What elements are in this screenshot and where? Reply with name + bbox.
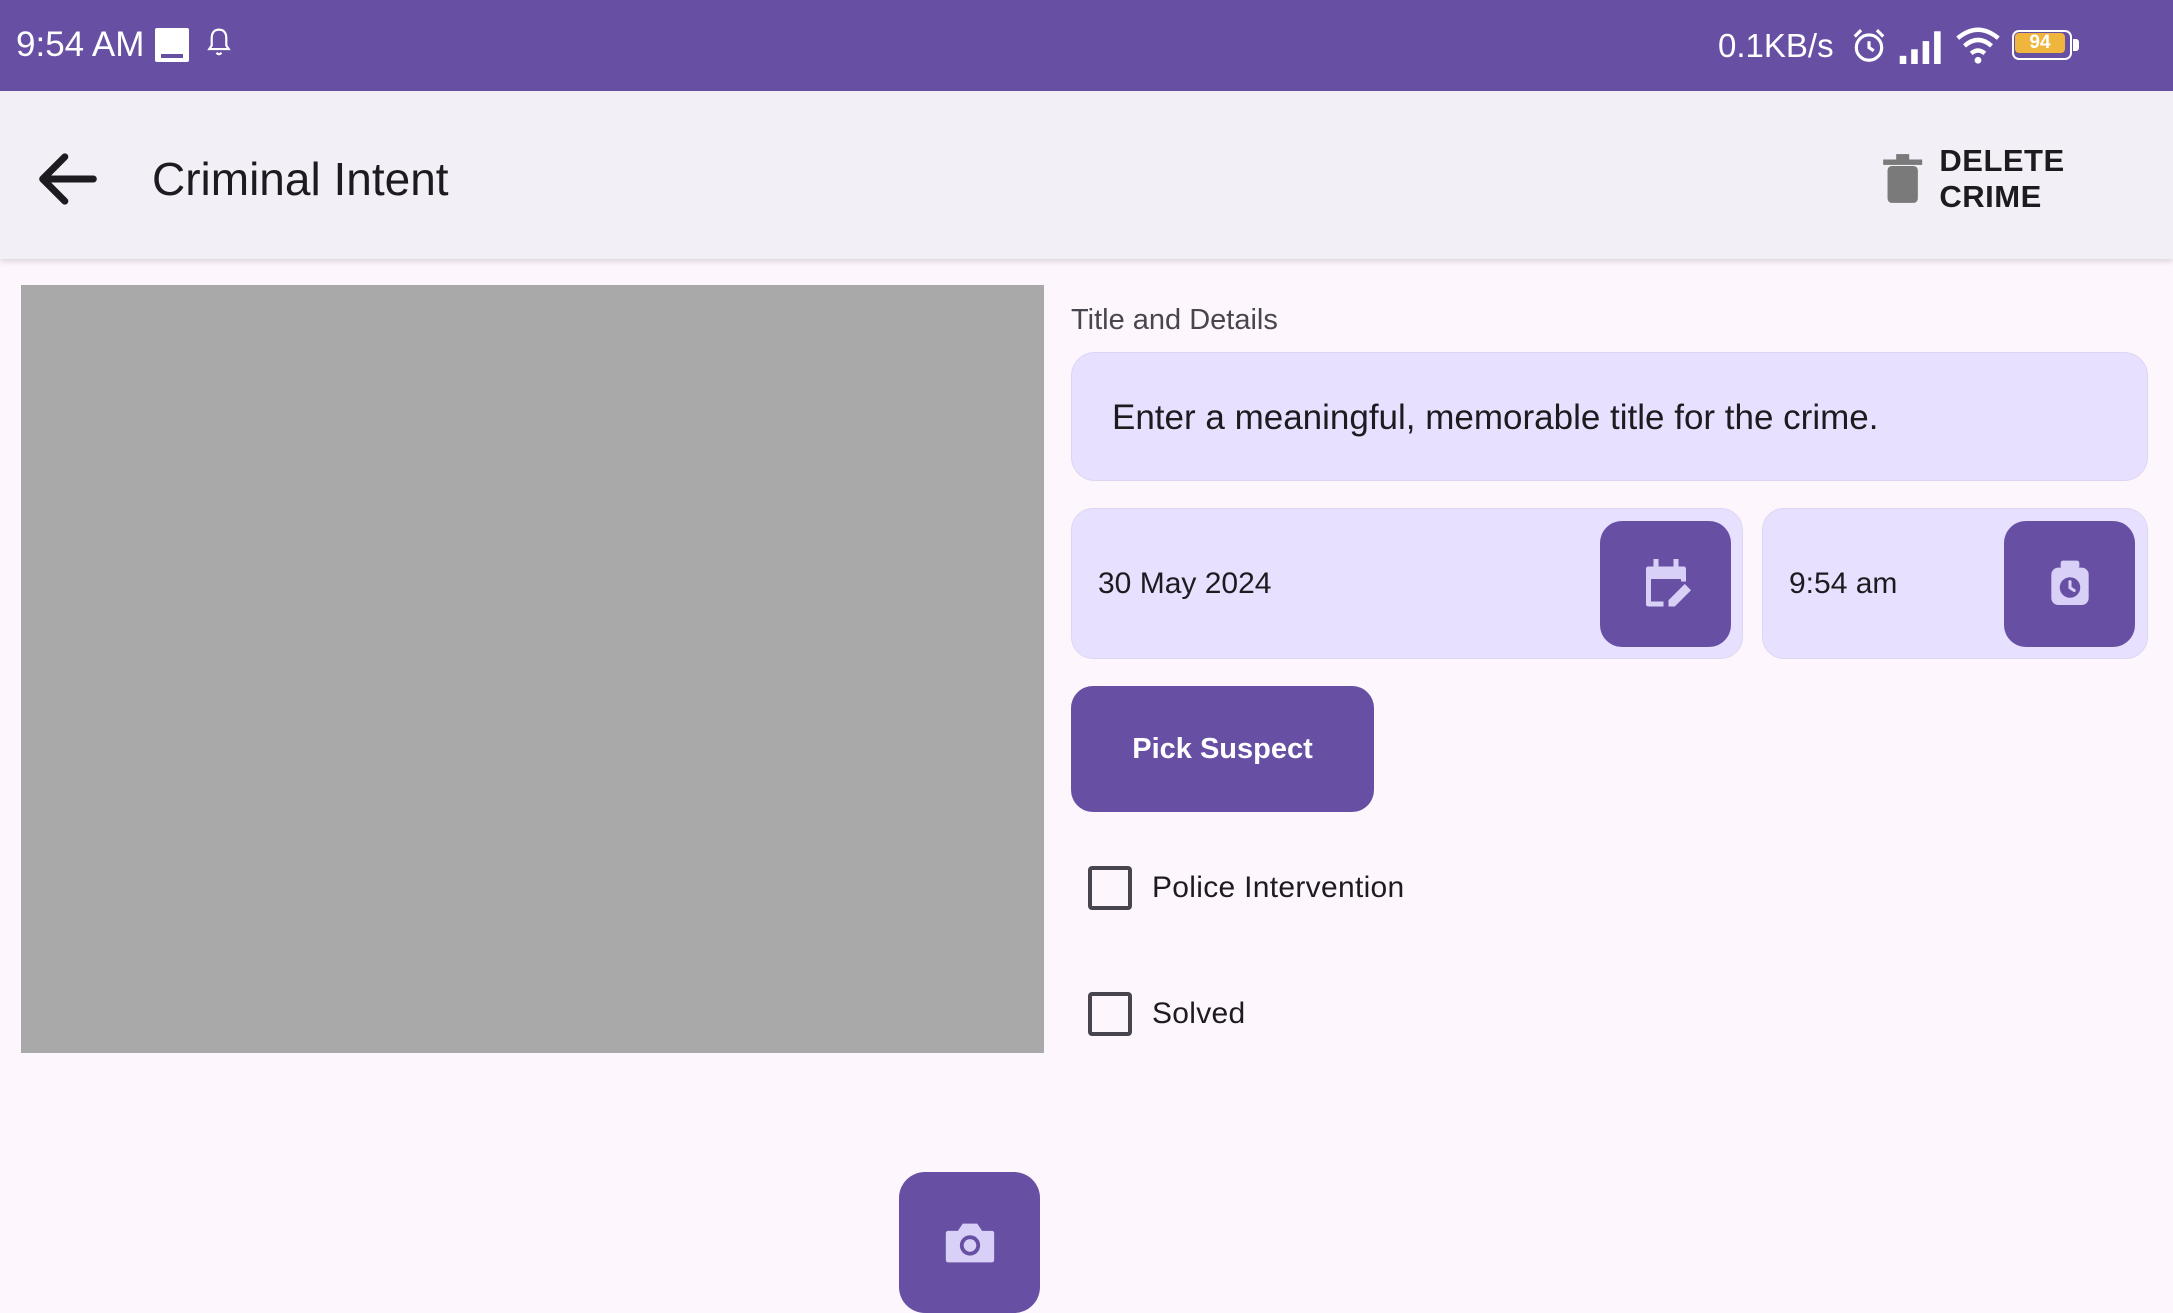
delete-crime-label: DELETE CRIME [1939,143,2065,214]
section-label: Title and Details [1071,304,1278,336]
checkbox-square[interactable] [1088,866,1132,910]
alarm-icon [1853,29,1885,62]
title-placeholder: Enter a meaningful, memorable title for … [1112,398,1879,437]
app-title: Criminal Intent [152,153,449,205]
change-date-button[interactable] [1600,521,1731,647]
battery-level: 94 [2015,32,2065,53]
solved-label: Solved [1152,997,1246,1030]
clock-icon [2050,560,2089,605]
signal-icon [1899,31,1941,64]
pick-suspect-button[interactable]: Pick Suspect [1071,686,1374,812]
date-value: 30 May 2024 [1098,567,1272,600]
status-bar: 9:54 AM 0.1KB/s 94 [0,0,2173,91]
wifi-icon [1956,27,2000,64]
trash-icon [1883,154,1923,203]
network-speed: 0.1KB/s [1718,27,1834,64]
crime-title-input[interactable]: Enter a meaningful, memorable title for … [1071,352,2148,481]
notification-square-icon [155,28,189,62]
crime-photo [21,285,1044,1313]
solved-checkbox[interactable]: Solved [1088,988,1246,1040]
take-photo-button[interactable] [899,1172,1040,1313]
calendar-edit-icon [1645,559,1691,607]
app-bar: Criminal Intent DELETE CRIME [0,91,2173,259]
battery-icon: 94 [2012,30,2082,62]
time-field: 9:54 am [1762,508,2148,659]
arrow-back-icon [39,153,97,205]
back-button[interactable] [30,141,106,217]
change-time-button[interactable] [2004,521,2135,647]
delete-crime-button[interactable]: DELETE CRIME [1880,141,2173,217]
checkbox-square[interactable] [1088,992,1132,1036]
bell-icon [207,28,231,56]
time-value: 9:54 am [1789,567,1898,600]
police-intervention-checkbox[interactable]: Police Intervention [1088,862,1405,914]
status-time: 9:54 AM [16,25,145,64]
camera-icon [945,1223,994,1262]
date-field: 30 May 2024 [1071,508,1743,659]
police-intervention-label: Police Intervention [1152,871,1405,904]
